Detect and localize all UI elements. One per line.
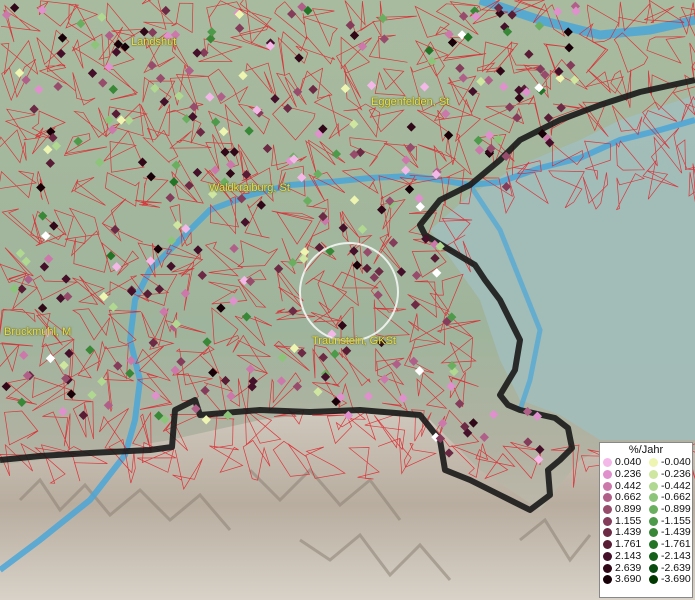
legend-label: -0.662 [661,491,691,504]
legend-swatch [603,575,612,585]
legend-entry: -1.761 [646,539,692,551]
legend-entry: 0.442 [600,480,646,492]
legend-entry: 0.899 [600,504,646,516]
legend-entry: -0.899 [646,504,692,516]
legend-swatch [603,528,612,538]
legend-label: -2.143 [661,549,691,562]
legend-label: -1.439 [661,526,691,539]
legend-label: 0.236 [615,468,642,481]
city-label-waldkraiburg: Waldkraiburg, St [209,182,290,194]
legend-label: 0.040 [615,456,642,469]
city-label-bruckmuehl: Bruckmühl, M [4,326,72,338]
legend-swatch [649,528,658,538]
legend-swatch [603,470,612,480]
legend-entry: -1.439 [646,527,692,539]
legend: %/Jahr 0.040 0.236 0.442 0.662 0.899 1.155 1.4… [599,442,693,598]
legend-label: -0.040 [661,456,691,469]
legend-swatch [649,563,658,573]
legend-label: 1.155 [615,514,642,527]
legend-swatch [649,516,658,526]
legend-swatch [649,505,658,515]
legend-entry: -1.155 [646,515,692,527]
legend-entry: -0.040 [646,457,692,469]
legend-positive-column: 0.040 0.236 0.442 0.662 0.899 1.155 1.439 1.761… [600,457,646,586]
legend-entry: -2.639 [646,562,692,574]
legend-entry: -0.442 [646,480,692,492]
legend-label: 1.439 [615,526,642,539]
legend-label: -0.899 [661,503,691,516]
legend-label: -1.761 [661,538,691,551]
legend-swatch [603,563,612,573]
legend-label: -0.236 [661,468,691,481]
legend-entry: 2.639 [600,562,646,574]
legend-entry: -3.690 [646,574,692,586]
legend-entry: -0.662 [646,492,692,504]
legend-label: 3.690 [615,573,642,586]
legend-entry: -2.143 [646,549,692,563]
legend-swatch [603,458,612,468]
legend-negative-column: -0.040 -0.236 -0.442 -0.662 -0.899 -1.155 -1.4… [646,457,692,586]
legend-entry: 0.662 [600,492,646,504]
legend-entry: 0.236 [600,469,646,481]
city-label-eggenfelden: Eggenfelden, St [371,96,450,108]
legend-swatch [649,575,658,585]
legend-swatch [649,551,658,561]
map-canvas[interactable] [0,0,695,600]
city-label-landshut: Landshut [131,36,177,48]
legend-label: -3.690 [661,573,691,586]
legend-swatch [603,540,612,550]
legend-swatch [649,470,658,480]
legend-entry: 1.761 [600,539,646,551]
legend-label: 0.442 [615,479,642,492]
legend-swatch [603,481,612,491]
legend-swatch [603,551,612,561]
legend-label: 0.899 [615,503,642,516]
legend-entry: 3.690 [600,574,646,586]
legend-swatch [603,505,612,515]
legend-label: 1.761 [615,538,642,551]
legend-label: -0.442 [661,479,691,492]
legend-label: 0.662 [615,491,642,504]
city-label-traunstein: Traunstein, GKSt [312,335,396,347]
legend-label: -2.639 [661,561,691,574]
legend-entry: 1.439 [600,527,646,539]
legend-entry: 1.155 [600,515,646,527]
legend-label: 2.639 [615,561,642,574]
legend-label: -1.155 [661,514,691,527]
legend-swatch [603,493,612,503]
legend-swatch [603,516,612,526]
legend-entry: -0.236 [646,469,692,481]
legend-swatch [649,493,658,503]
legend-entry: 0.040 [600,457,646,469]
legend-title: %/Jahr [628,444,664,456]
legend-entry: 2.143 [600,549,646,563]
legend-swatch [649,481,658,491]
legend-swatch [649,458,658,468]
legend-label: 2.143 [615,549,642,562]
legend-swatch [649,540,658,550]
